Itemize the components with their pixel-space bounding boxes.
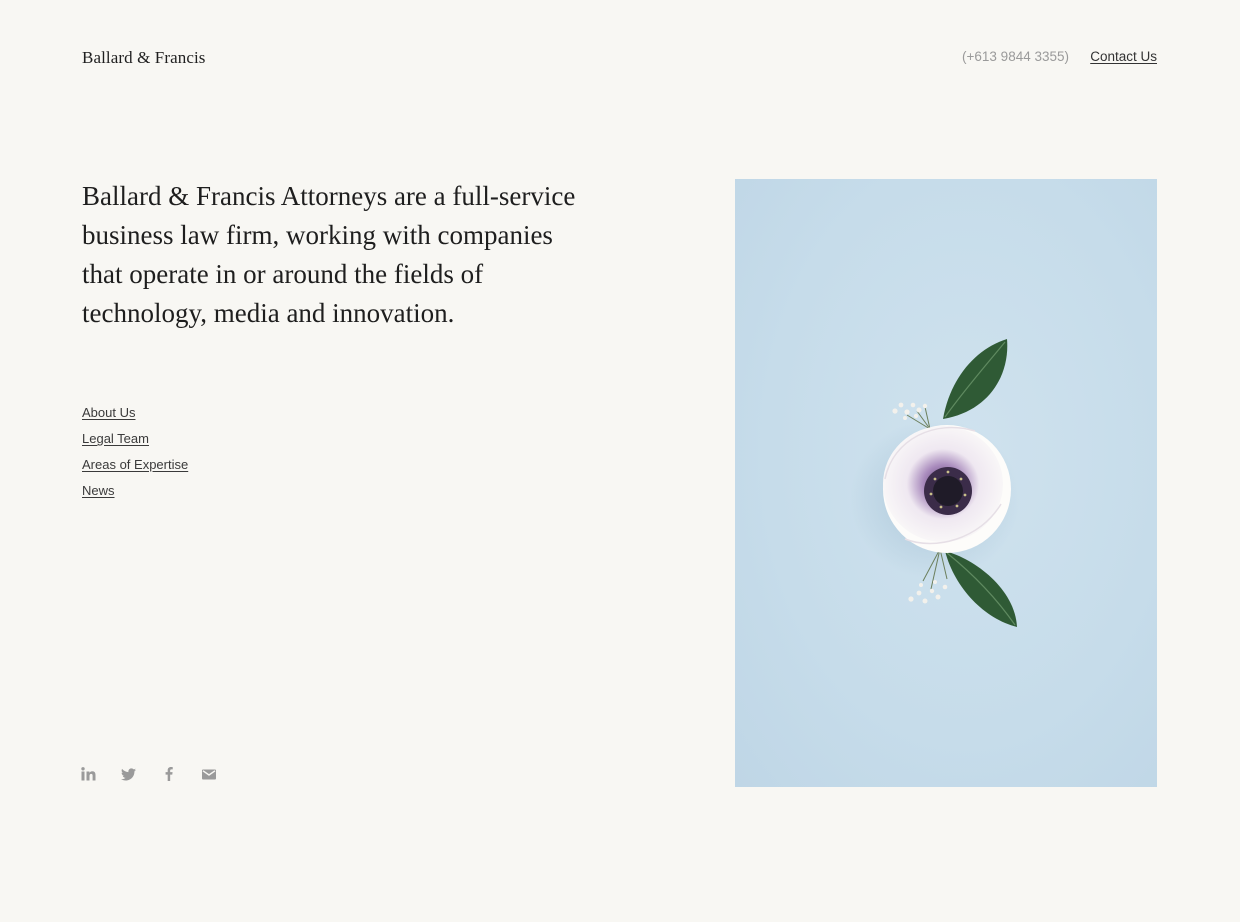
- mail-icon[interactable]: [200, 764, 217, 784]
- nav-item-about: About Us: [82, 403, 188, 429]
- nav-link-areas-of-expertise[interactable]: Areas of Expertise: [82, 457, 188, 472]
- nav-item-legal-team: Legal Team: [82, 429, 188, 455]
- linkedin-icon[interactable]: [80, 764, 97, 784]
- hero-photo: [735, 179, 1157, 787]
- nav-link-news[interactable]: News: [82, 483, 115, 498]
- facebook-icon[interactable]: [160, 764, 177, 784]
- anemone-flower-illustration: [850, 339, 1020, 627]
- site-logo[interactable]: Ballard & Francis: [82, 46, 206, 70]
- contact-us-link[interactable]: Contact Us: [1090, 47, 1157, 67]
- nav-link-about-us[interactable]: About Us: [82, 405, 135, 420]
- nav-item-expertise: Areas of Expertise: [82, 455, 188, 481]
- twitter-icon[interactable]: [120, 764, 137, 784]
- primary-nav: About Us Legal Team Areas of Expertise N…: [82, 403, 188, 507]
- phone-number: (+613 9844 3355): [962, 49, 1069, 64]
- nav-item-news: News: [82, 481, 188, 507]
- intro-statement: Ballard & Francis Attorneys are a full-s…: [82, 181, 576, 328]
- social-links: [80, 764, 217, 784]
- nav-link-legal-team[interactable]: Legal Team: [82, 431, 149, 446]
